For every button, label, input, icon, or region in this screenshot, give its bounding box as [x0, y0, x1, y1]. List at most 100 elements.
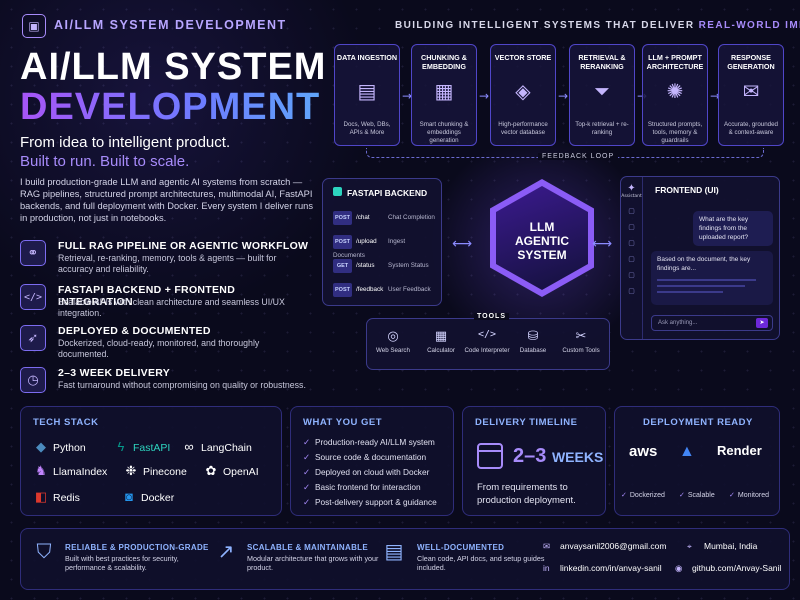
linkedin-icon: in [543, 563, 550, 573]
sidebar-icons: ▢ ▢ ▢ ▢ ▢ ▢ [628, 207, 635, 295]
gcp-logo: ▲ [679, 443, 695, 460]
contact-linkedin[interactable]: in linkedin.com/in/anvay-sanil [543, 563, 662, 573]
tech-python: ◆ Python [33, 439, 86, 455]
tool-web-search: ◎ Web Search [369, 329, 417, 354]
checklist-item: ✓ Source code & documentation [303, 452, 427, 462]
contact-email[interactable]: ✉ anvaysanil2006@gmail.com [543, 541, 666, 552]
feature-title: DEPLOYED & DOCUMENTED [58, 325, 211, 337]
backend-title: FASTAPI BACKEND [347, 188, 428, 198]
tech-llamaindex: ♞ LlamaIndex [33, 463, 107, 479]
feature-desc: Retrieval, re-ranking, memory, tools & a… [58, 253, 277, 274]
tech-pinecone: ❉ Pinecone [123, 463, 187, 479]
location-pin-icon: ⌖ [687, 541, 692, 551]
feature-backend: </> FASTAPI BACKEND + FRONTEND INTEGRATI… [20, 284, 310, 324]
chat-input[interactable]: Ask anything... ➤ [651, 315, 773, 331]
title-line-2: DEVELOPMENT [20, 86, 321, 128]
footer-heading: RELIABLE & PRODUCTION-GRADE [65, 543, 209, 552]
aws-logo: aws [629, 443, 658, 460]
tagline-2: Built to run. Built to scale. [20, 153, 190, 170]
email-icon: ✉ [543, 541, 551, 551]
calendar-icon [477, 443, 503, 469]
document-icon: ▤ [357, 79, 377, 103]
timeline-value: 2–3 WEEKS [513, 445, 604, 467]
feature-desc: Scalable APIs with clean architecture an… [58, 297, 285, 318]
feedback-loop-label: FEEDBACK LOOP [538, 153, 619, 160]
fastapi-icon [333, 187, 342, 196]
card-heading: DELIVERY TIMELINE [475, 417, 578, 428]
backend-panel: FASTAPI BACKEND POST/chat Chat Completion… [322, 178, 442, 306]
card-heading: TECH STACK [33, 417, 99, 428]
badge-scalable: ✓ Scalable [679, 492, 715, 499]
stage-chunking: CHUNKING & EMBEDDING ▦ Smart chunking & em… [411, 44, 477, 146]
github-icon: ◉ [675, 563, 683, 573]
footer-desc: Built with best practices for security, … [65, 554, 179, 572]
checklist-item: ✓ Post-delivery support & guidance [303, 497, 437, 507]
checklist-item: ✓ Deployed on cloud with Docker [303, 467, 430, 477]
stage-vector-store: VECTOR STORE ◈ High-performance vector dat… [490, 44, 556, 146]
tool-calculator: ▦ Calculator [417, 329, 465, 354]
growth-chart-icon: ↗ [217, 539, 235, 563]
card-heading: DEPLOYMENT READY [643, 417, 753, 428]
frontend-sidebar: ✦ Assistant ▢ ▢ ▢ ▢ ▢ ▢ [621, 177, 643, 339]
send-button[interactable]: ➤ [756, 318, 768, 328]
endpoint-row: GET/status System Status [333, 259, 435, 273]
core-label: LLM AGENTIC SYSTEM [515, 220, 569, 262]
bidirectional-arrow-icon: ⟷ [592, 236, 613, 252]
funnel-icon: ⏷ [594, 79, 610, 103]
chat-icon: ✉ [742, 79, 760, 103]
feature-rag: ⚭ FULL RAG PIPELINE OR AGENTIC WORKFLOW … [20, 240, 310, 280]
tech-openai: ✿ OpenAI [203, 463, 259, 479]
shield-icon: ⛉ [36, 539, 52, 563]
rocket-icon: ➶ [20, 325, 46, 351]
tech-redis: ◧ Redis [34, 489, 80, 504]
timeline-desc: From requirements to production deployme… [477, 482, 576, 506]
tools-label: TOOLS [474, 313, 509, 320]
footer-bar: ⛉ RELIABLE & PRODUCTION-GRADE Built with… [20, 528, 790, 590]
stage-retrieval: RETRIEVAL & RERANKING ⏷ Top-k retrieval + … [569, 44, 635, 146]
stage-llm-prompt: LLM + PROMPT ARCHITECTURE ✺ Structured pro… [642, 44, 708, 146]
endpoint-row: POST/upload Ingest Documents [333, 235, 435, 259]
feature-desc: Dockerized, cloud-ready, monitored, and … [58, 338, 260, 359]
redis-icon: ◧ [34, 489, 48, 504]
user-message: What are the key findings from the uploa… [693, 211, 773, 246]
tools-panel: ◎ Web Search ▦ Calculator </> Code Interpre… [366, 318, 610, 370]
feature-title: FULL RAG PIPELINE OR AGENTIC WORKFLOW [58, 240, 309, 252]
tech-stack-card: TECH STACK ◆ Python ϟ FastAPI ∞ LangChain ♞… [20, 406, 282, 516]
contact-github[interactable]: ◉ github.com/Anvay-Sanil [675, 563, 781, 574]
tech-langchain: ∞ LangChain [181, 439, 251, 454]
pipeline-heading-highlight: REAL-WORLD IMPACT [698, 20, 800, 31]
chip-icon: ▣ [22, 14, 46, 38]
badge-monitored: ✓ Monitored [729, 492, 770, 499]
title-line-1: AI/LLM SYSTEM [20, 46, 327, 88]
tech-docker: ◙ Docker [121, 489, 174, 504]
check-icon: ✓ [303, 467, 310, 477]
what-you-get-card: WHAT YOU GET ✓ Production-ready AI/LLM sy… [290, 406, 454, 516]
tech-fastapi: ϟ FastAPI [113, 439, 171, 454]
pipeline-heading: BUILDING INTELLIGENT SYSTEMS THAT DELIVE… [395, 20, 800, 31]
check-icon: ✓ [303, 437, 310, 447]
vector-icon: ◈ [515, 79, 531, 103]
footer-heading: WELL-DOCUMENTED [417, 543, 505, 552]
langchain-icon: ∞ [184, 439, 194, 454]
footer-heading: SCALABLE & MAINTAINABLE [247, 543, 368, 552]
badge-dockerized: ✓ Dockerized [621, 492, 665, 499]
clock-icon: ◷ [20, 367, 46, 393]
tool-custom: ✂ Custom Tools [557, 329, 605, 354]
delivery-timeline-card: DELIVERY TIMELINE 2–3 WEEKS From require… [462, 406, 606, 516]
card-heading: WHAT YOU GET [303, 417, 383, 428]
database-icon: ⛁ [527, 329, 539, 344]
workflow-icon: ⚭ [20, 240, 46, 266]
contact-location: ⌖ Mumbai, India [687, 541, 758, 551]
docker-icon: ◙ [125, 489, 133, 504]
pinecone-icon: ❉ [125, 463, 137, 478]
feature-desc: Fast turnaround without compromising on … [58, 380, 306, 390]
wrench-icon: ✂ [575, 329, 587, 344]
bidirectional-arrow-icon: ⟷ [452, 236, 473, 252]
endpoint-row: POST/chat Chat Completion [333, 211, 435, 225]
intro-paragraph: I build production-grade LLM and agentic… [20, 177, 313, 223]
arrow-icon: → [479, 89, 490, 103]
footer-desc: Clean code, API docs, and setup guides i… [417, 554, 545, 572]
footer-desc: Modular architecture that grows with you… [247, 554, 379, 572]
llama-icon: ♞ [35, 463, 47, 478]
feature-delivery: ◷ 2–3 WEEK DELIVERY Fast turnaround with… [20, 367, 310, 407]
